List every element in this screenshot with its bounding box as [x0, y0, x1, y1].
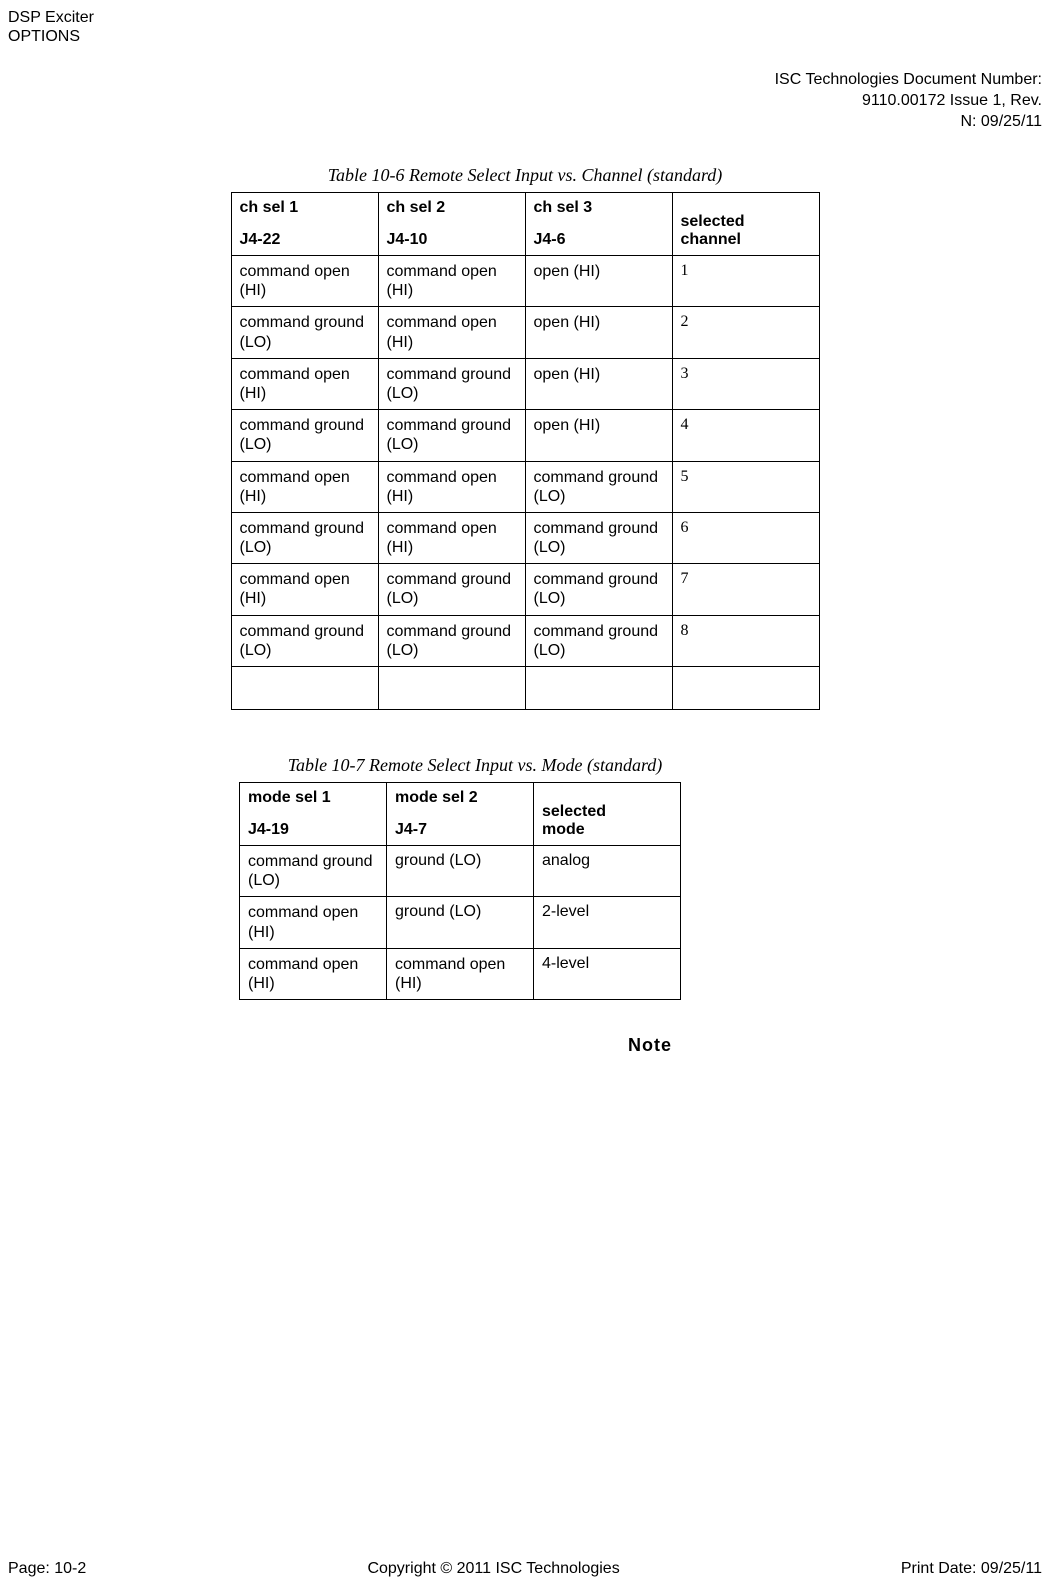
doc-number-value: 9110.00172 Issue 1, Rev. — [775, 91, 1042, 112]
cell: command ground (LO) — [231, 410, 378, 461]
table-row: command open (HI)command open (HI)4-leve… — [240, 948, 681, 999]
cell: command open (HI) — [231, 256, 378, 307]
table-row: command ground (LO)command open (HI)comm… — [231, 512, 819, 563]
main-content: Table 10-6 Remote Select Input vs. Chann… — [0, 165, 1050, 1056]
th-text: channel — [681, 231, 741, 248]
table-row: command open (HI)command ground (LO)open… — [231, 358, 819, 409]
cell: command open (HI) — [240, 897, 387, 948]
footer-right: Print Date: 09/25/11 — [901, 1560, 1042, 1578]
th-text: J4-19 — [248, 821, 378, 839]
th-text: ch sel 2 — [387, 199, 517, 217]
table-row: command ground (LO)ground (LO)analog — [240, 846, 681, 897]
cell: command ground (LO) — [525, 461, 672, 512]
th-text: J4-7 — [395, 821, 525, 839]
cell: command ground (LO) — [525, 512, 672, 563]
table1-header-row: ch sel 1 J4-22 ch sel 2 J4-10 ch sel 3 J… — [231, 193, 819, 256]
table2-header-col1: mode sel 1 J4-19 — [240, 783, 387, 846]
footer-left: Page: 10-2 — [8, 1560, 86, 1578]
cell: 8 — [672, 615, 819, 666]
cell: open (HI) — [525, 358, 672, 409]
th-text: mode sel 2 — [395, 789, 525, 807]
table-row: command open (HI)command ground (LO)comm… — [231, 564, 819, 615]
table-row: command open (HI)command open (HI)comman… — [231, 461, 819, 512]
th-text: ch sel 3 — [534, 199, 664, 217]
cell: 1 — [672, 256, 819, 307]
note-heading: Note — [628, 1035, 672, 1056]
table-row: command ground (LO)command ground (LO)op… — [231, 410, 819, 461]
cell: command open (HI) — [240, 948, 387, 999]
cell: command open (HI) — [378, 461, 525, 512]
th-text: selected — [681, 213, 745, 230]
cell: command open (HI) — [378, 256, 525, 307]
cell: 7 — [672, 564, 819, 615]
footer-center: Copyright © 2011 ISC Technologies — [367, 1560, 619, 1578]
cell: open (HI) — [525, 256, 672, 307]
doc-section: OPTIONS — [8, 27, 94, 46]
table1-header-col2: ch sel 2 J4-10 — [378, 193, 525, 256]
cell: analog — [534, 846, 681, 897]
cell: command open (HI) — [387, 948, 534, 999]
header-left: DSP Exciter OPTIONS — [8, 8, 94, 46]
cell: command ground (LO) — [231, 512, 378, 563]
cell: command open (HI) — [378, 307, 525, 358]
th-text: mode sel 1 — [248, 789, 378, 807]
cell: command ground (LO) — [378, 358, 525, 409]
th-text: J4-22 — [240, 231, 370, 249]
cell — [231, 667, 378, 710]
cell: ground (LO) — [387, 846, 534, 897]
cell: command ground (LO) — [231, 307, 378, 358]
th-text: J4-10 — [387, 231, 517, 249]
cell: command open (HI) — [231, 564, 378, 615]
cell: command ground (LO) — [378, 564, 525, 615]
footer: Page: 10-2 Copyright © 2011 ISC Technolo… — [8, 1560, 1042, 1578]
cell: 4-level — [534, 948, 681, 999]
table-row: command open (HI)command open (HI)open (… — [231, 256, 819, 307]
th-text: selected — [542, 803, 606, 820]
cell: command open (HI) — [378, 512, 525, 563]
cell: 3 — [672, 358, 819, 409]
table2-header-col2: mode sel 2 J4-7 — [387, 783, 534, 846]
table1-header-col3: ch sel 3 J4-6 — [525, 193, 672, 256]
table2-caption: Table 10-7 Remote Select Input vs. Mode … — [288, 755, 663, 776]
cell: command ground (LO) — [231, 615, 378, 666]
doc-title: DSP Exciter — [8, 8, 94, 27]
cell: command open (HI) — [231, 358, 378, 409]
table-row-empty — [231, 667, 819, 710]
table-row: command ground (LO)command open (HI)open… — [231, 307, 819, 358]
cell — [525, 667, 672, 710]
table1-header-col4: selected channel — [672, 193, 819, 256]
table1: ch sel 1 J4-22 ch sel 2 J4-10 ch sel 3 J… — [231, 192, 820, 710]
cell: 2-level — [534, 897, 681, 948]
cell: open (HI) — [525, 307, 672, 358]
header-right: ISC Technologies Document Number: 9110.0… — [775, 70, 1042, 132]
table2-header-row: mode sel 1 J4-19 mode sel 2 J4-7 selecte… — [240, 783, 681, 846]
table-row: command ground (LO)command ground (LO)co… — [231, 615, 819, 666]
table1-header-col1: ch sel 1 J4-22 — [231, 193, 378, 256]
cell: 5 — [672, 461, 819, 512]
cell: ground (LO) — [387, 897, 534, 948]
table2: mode sel 1 J4-19 mode sel 2 J4-7 selecte… — [239, 782, 681, 1000]
th-text: mode — [542, 821, 585, 838]
cell — [378, 667, 525, 710]
table2-header-col3: selected mode — [534, 783, 681, 846]
cell: open (HI) — [525, 410, 672, 461]
cell: command ground (LO) — [525, 564, 672, 615]
cell: command ground (LO) — [240, 846, 387, 897]
cell: 4 — [672, 410, 819, 461]
cell: command open (HI) — [231, 461, 378, 512]
cell: 6 — [672, 512, 819, 563]
th-text: J4-6 — [534, 231, 664, 249]
table1-caption: Table 10-6 Remote Select Input vs. Chann… — [328, 165, 723, 186]
cell: command ground (LO) — [378, 410, 525, 461]
doc-number-label: ISC Technologies Document Number: — [775, 70, 1042, 91]
table-row: command open (HI)ground (LO)2-level — [240, 897, 681, 948]
cell: 2 — [672, 307, 819, 358]
doc-date: N: 09/25/11 — [775, 112, 1042, 133]
th-text: ch sel 1 — [240, 199, 370, 217]
cell: command ground (LO) — [525, 615, 672, 666]
cell — [672, 667, 819, 710]
cell: command ground (LO) — [378, 615, 525, 666]
